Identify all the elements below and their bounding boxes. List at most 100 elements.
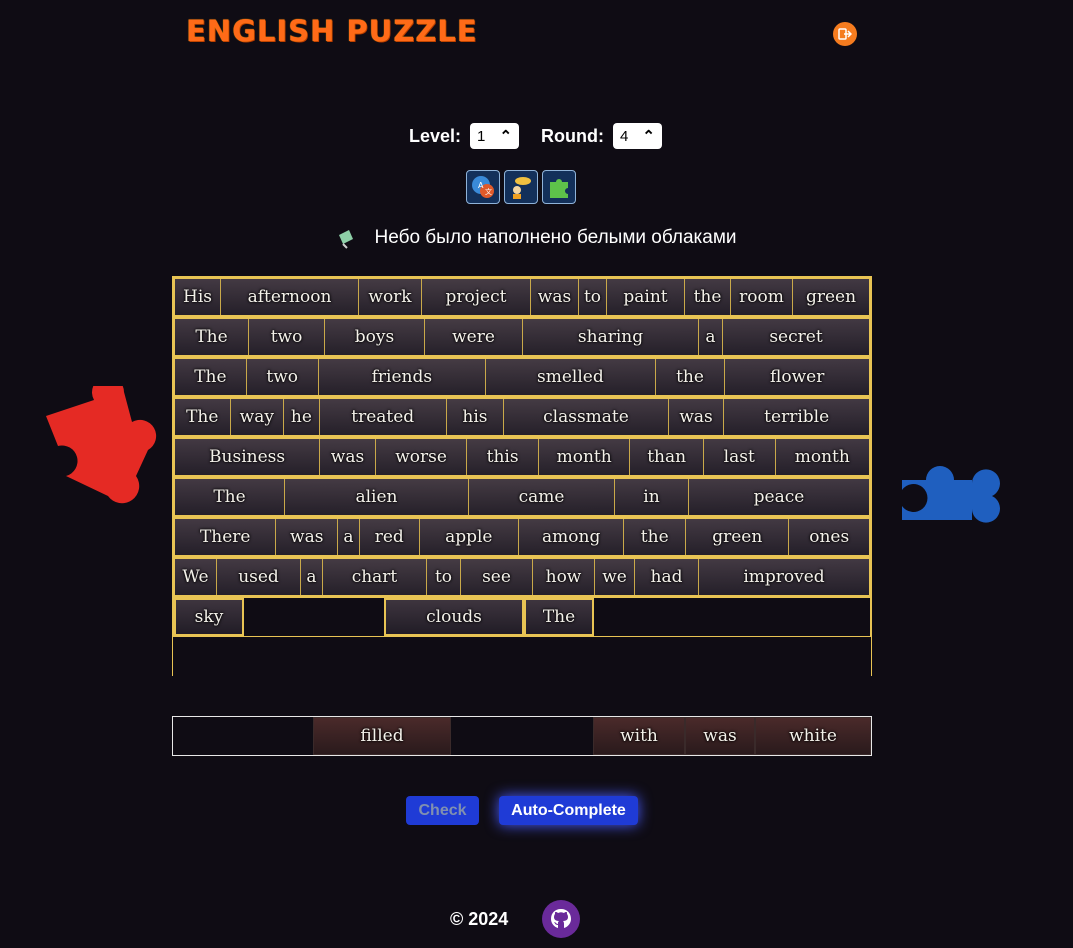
current-row[interactable]: sky clouds The [173, 597, 871, 637]
word-piece: project [422, 279, 531, 315]
word-piece: a [699, 319, 723, 355]
check-button[interactable]: Check [406, 796, 479, 825]
word-piece: was [531, 279, 579, 315]
translate-hint-button[interactable]: A 文 [466, 170, 500, 204]
level-round-controls: Level: 1 ⌃ Round: 4 ⌃ [0, 123, 1073, 149]
completed-row-7: There was a red apple among the green on… [173, 517, 871, 557]
word-piece: two [249, 319, 325, 355]
word-piece: His [175, 279, 221, 315]
completed-row-4: The way he treated his classmate was ter… [173, 397, 871, 437]
word-piece: The [175, 359, 247, 395]
translation-text: Небо было наполнено белыми облаками [374, 227, 737, 248]
placed-word-piece[interactable]: sky [174, 598, 244, 636]
hint-toolbar: A 文 [466, 170, 576, 204]
source-word-piece[interactable]: white [755, 717, 871, 755]
word-piece: a [338, 519, 360, 555]
word-piece: work [359, 279, 422, 315]
completed-row-3: The two friends smelled the flower [173, 357, 871, 397]
word-piece: way [230, 399, 285, 435]
word-piece: was [276, 519, 339, 555]
pronunciation-icon[interactable] [337, 227, 361, 249]
word-piece: Business [175, 439, 321, 475]
word-piece: in [615, 479, 689, 515]
word-piece: red [359, 519, 420, 555]
word-piece: we [595, 559, 635, 595]
word-piece: The [175, 319, 249, 355]
word-piece: the [685, 279, 731, 315]
puzzle-hint-button[interactable] [542, 170, 576, 204]
word-piece: the [655, 359, 726, 395]
word-piece: apple [419, 519, 520, 555]
empty-source-slot [173, 717, 313, 755]
word-piece: used [217, 559, 301, 595]
word-piece: boys [325, 319, 425, 355]
word-piece: last [703, 439, 776, 475]
source-word-piece[interactable]: with [593, 717, 685, 755]
word-piece: how [533, 559, 595, 595]
logout-button[interactable] [833, 22, 857, 46]
word-piece: secret [723, 319, 869, 355]
word-piece: We [175, 559, 217, 595]
github-link[interactable] [542, 900, 581, 938]
word-piece: to [579, 279, 607, 315]
word-piece: came [469, 479, 615, 515]
level-select[interactable]: 1 ⌃ [470, 123, 520, 149]
chevron-up-icon: ⌃ [642, 128, 655, 145]
word-piece: see [461, 559, 533, 595]
word-piece: The [175, 479, 285, 515]
word-piece: two [246, 359, 319, 395]
word-piece: sharing [523, 319, 699, 355]
word-piece: smelled [486, 359, 656, 395]
word-piece: afternoon [221, 279, 359, 315]
word-piece: terrible [724, 399, 870, 435]
puzzle-board: His afternoon work project was to paint … [172, 276, 872, 677]
empty-slot[interactable] [244, 598, 384, 636]
logout-icon [838, 28, 852, 40]
source-word-piece[interactable]: was [685, 717, 755, 755]
word-piece: to [427, 559, 461, 595]
word-piece: treated [319, 399, 447, 435]
word-piece: he [284, 399, 320, 435]
completed-row-2: The two boys were sharing a secret [173, 317, 871, 357]
word-piece: the [624, 519, 687, 555]
word-piece: green [686, 519, 790, 555]
placed-word-piece[interactable]: clouds [384, 598, 524, 636]
word-piece: peace [689, 479, 869, 515]
word-piece: among [519, 519, 625, 555]
word-piece: his [446, 399, 505, 435]
placed-word-piece[interactable]: The [524, 598, 594, 636]
round-value: 4 [620, 127, 629, 145]
svg-text:文: 文 [485, 187, 492, 196]
word-piece: was [320, 439, 376, 475]
svg-text:A: A [478, 181, 484, 190]
footer: © 2024 [450, 900, 581, 938]
completed-row-6: The alien came in peace [173, 477, 871, 517]
word-piece: flower [725, 359, 869, 395]
word-piece: than [630, 439, 704, 475]
word-piece: room [731, 279, 793, 315]
word-piece: There [175, 519, 277, 555]
word-piece: were [425, 319, 523, 355]
word-piece: improved [699, 559, 869, 595]
source-word-piece[interactable]: filled [313, 717, 451, 755]
word-piece: friends [318, 359, 487, 395]
blue-puzzle-decoration-icon [902, 466, 1000, 523]
word-piece: green [793, 279, 869, 315]
word-piece: worse [375, 439, 468, 475]
word-piece: chart [323, 559, 427, 595]
round-select[interactable]: 4 ⌃ [613, 123, 662, 149]
word-piece: month [538, 439, 631, 475]
translation-hint: Небо было наполнено белыми облаками [0, 227, 1073, 249]
word-piece: this [467, 439, 539, 475]
completed-row-1: His afternoon work project was to paint … [173, 277, 871, 317]
completed-row-5: Business was worse this month than last … [173, 437, 871, 477]
translate-icon: A 文 [472, 176, 494, 198]
source-pieces-area: filled with was white [172, 716, 872, 756]
word-piece: had [635, 559, 699, 595]
word-piece: ones [789, 519, 869, 555]
round-label: Round: [541, 125, 604, 146]
github-icon [551, 909, 572, 928]
chevron-up-icon: ⌃ [499, 128, 513, 145]
auto-complete-button[interactable]: Auto-Complete [499, 796, 638, 825]
audio-hint-button[interactable] [504, 170, 538, 204]
